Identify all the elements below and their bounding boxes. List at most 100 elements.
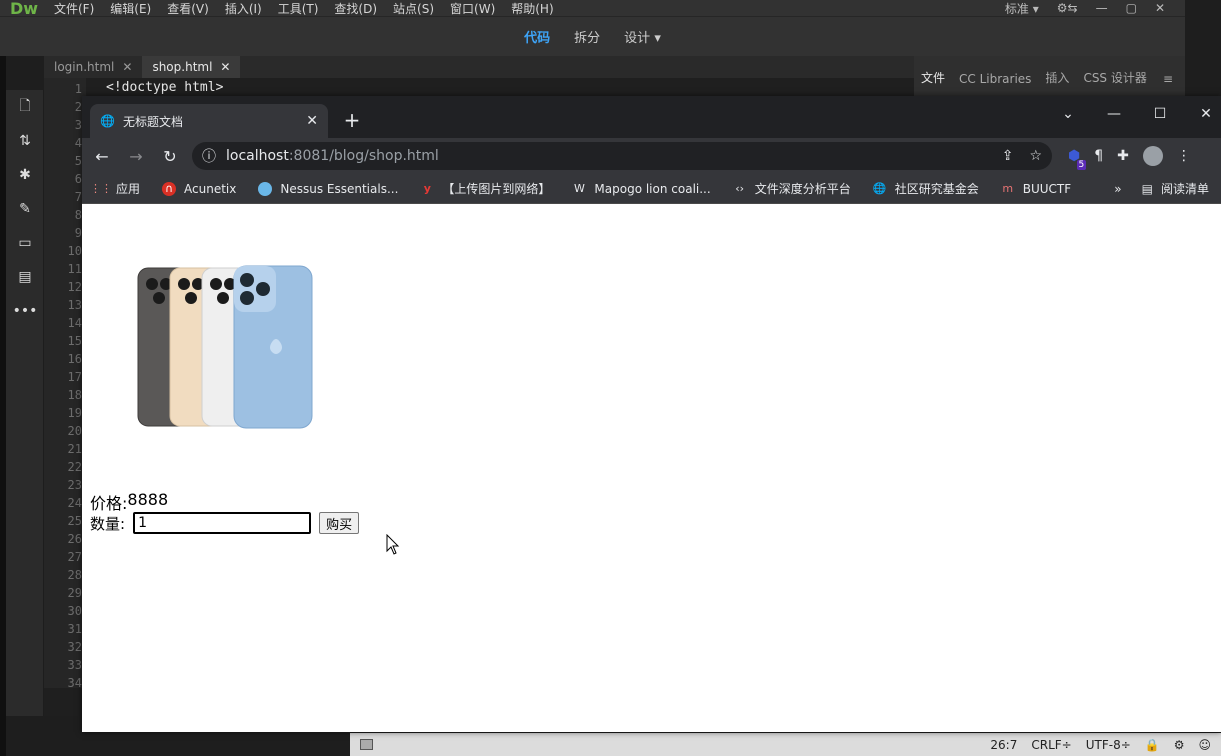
browser-tab-active[interactable]: 🌐 无标题文档 ✕: [90, 104, 328, 138]
line-ending-select[interactable]: CRLF÷: [1031, 738, 1071, 752]
bookmark-acunetix[interactable]: ∩ Acunetix: [162, 181, 236, 196]
view-code-button[interactable]: 代码: [524, 27, 550, 46]
bookmark-buuctf[interactable]: m BUUCTF: [1001, 182, 1071, 196]
line-number: 10: [67, 244, 82, 258]
back-icon[interactable]: ←: [90, 144, 114, 168]
close-window-icon[interactable]: ✕: [1184, 100, 1221, 128]
format-icon[interactable]: ▤: [6, 260, 44, 294]
panel-menu-icon[interactable]: ≡: [1163, 72, 1185, 86]
bookmark-wikipedia[interactable]: W Mapogo lion coali...: [572, 182, 711, 196]
bookmark-label: BUUCTF: [1022, 181, 1072, 196]
panel-tab-files[interactable]: 文件: [921, 69, 945, 86]
address-bar[interactable]: ⓘ localhost:8081/blog/shop.html ⇪ ☆: [192, 142, 1052, 170]
lock-icon[interactable]: 🔒: [1145, 738, 1160, 752]
dw-panel-tabs: 文件 CC Libraries 插入 CSS 设计器 ≡: [914, 56, 1185, 96]
dw-view-toolbar: 代码 拆分 设计 ▾: [0, 16, 1185, 56]
pilcrow-icon[interactable]: ¶: [1094, 148, 1103, 164]
menu-insert[interactable]: 插入(I): [217, 0, 270, 17]
line-number: 23: [67, 478, 82, 492]
panel-tab-insert[interactable]: 插入: [1045, 69, 1069, 86]
bookmark-label: 应用: [116, 182, 141, 196]
more-bookmarks-icon[interactable]: »: [1114, 182, 1121, 196]
sort-icon[interactable]: ⇅: [6, 124, 44, 158]
line-number: 4: [74, 136, 82, 150]
bookmark-label: 社区研究基金会: [894, 182, 979, 196]
menu-edit[interactable]: 编辑(E): [102, 0, 159, 17]
reload-icon[interactable]: ↻: [158, 144, 182, 168]
workspace-switcher[interactable]: 标准 ▾: [1005, 0, 1039, 17]
dw-status-bar: 26:7 CRLF÷ UTF-8÷ 🔒 ⚙ ☺: [350, 733, 1221, 756]
line-number: 19: [67, 406, 82, 420]
line-number: 8: [74, 208, 82, 222]
linter-icon[interactable]: ☺: [1198, 738, 1211, 752]
panel-tab-cc-libraries[interactable]: CC Libraries: [959, 72, 1031, 86]
browser-toolbar: ← → ↻ ⓘ localhost:8081/blog/shop.html ⇪ …: [82, 138, 1221, 174]
line-number: 17: [67, 370, 82, 384]
buy-button[interactable]: 购买: [319, 512, 360, 534]
extension-badge: 5: [1076, 160, 1087, 170]
line-number: 5: [74, 154, 82, 168]
extension-shield-icon[interactable]: ⬢ 5: [1068, 148, 1087, 170]
menu-tools[interactable]: 工具(T): [270, 0, 327, 17]
info-icon[interactable]: ⓘ: [202, 146, 216, 166]
encoding-select[interactable]: UTF-8÷: [1086, 738, 1131, 752]
file-icon[interactable]: 🗋: [6, 90, 44, 124]
menu-file[interactable]: 文件(F): [46, 0, 102, 17]
kebab-menu-icon[interactable]: ⋮: [1177, 148, 1191, 164]
acunetix-icon: ∩: [162, 181, 177, 196]
tab-login-html[interactable]: login.html ✕: [44, 56, 142, 78]
menu-find[interactable]: 查找(D): [326, 0, 385, 17]
close-icon[interactable]: ✕: [122, 60, 132, 74]
view-design-button[interactable]: 设计 ▾: [624, 27, 661, 46]
line-number: 18: [67, 388, 82, 402]
bookmark-star-icon[interactable]: ☆: [1029, 148, 1042, 164]
line-number: 29: [67, 586, 82, 600]
comment-icon[interactable]: ▭: [6, 226, 44, 260]
expand-icon[interactable]: ✱: [6, 158, 44, 192]
profile-icon[interactable]: [1142, 146, 1163, 166]
puzzle-icon[interactable]: ✚: [1117, 148, 1129, 164]
dw-close-icon[interactable]: ✕: [1155, 1, 1165, 15]
bookmark-nessus[interactable]: Nessus Essentials...: [258, 181, 398, 196]
more-icon[interactable]: •••: [6, 294, 44, 328]
browser-tabstrip: 🌐 无标题文档 ✕ + ⌄ — ☐ ✕: [82, 96, 1221, 138]
menu-help[interactable]: 帮助(H): [503, 0, 561, 17]
mouse-cursor-icon: [386, 534, 400, 555]
minimize-icon[interactable]: —: [1092, 100, 1136, 128]
dw-restore-icon[interactable]: ▢: [1126, 1, 1137, 15]
tab-shop-html[interactable]: shop.html ✕: [142, 56, 241, 78]
menu-view[interactable]: 查看(V): [159, 0, 217, 17]
bookmark-research-fund[interactable]: 🌐 社区研究基金会: [873, 180, 979, 197]
panel-tab-css-designer[interactable]: CSS 设计器: [1083, 69, 1146, 86]
line-number: 30: [67, 604, 82, 618]
brush-icon[interactable]: ✎: [6, 192, 44, 226]
browser-tab-title: 无标题文档: [122, 114, 183, 129]
quantity-input[interactable]: [133, 512, 312, 534]
bookmark-file-analysis[interactable]: ‹› 文件深度分析平台: [733, 180, 850, 197]
new-tab-button[interactable]: +: [340, 108, 364, 132]
reading-list-button[interactable]: ▤ 阅读清单: [1142, 180, 1209, 197]
status-square-icon[interactable]: [360, 739, 373, 750]
tab-search-icon[interactable]: ⌄: [1046, 100, 1090, 128]
sync-settings-icon[interactable]: ⚙⇆: [1057, 1, 1078, 15]
product-image: [137, 265, 313, 429]
dw-tool-bar: 🗋 ⇅ ✱ ✎ ▭ ▤ •••: [6, 90, 44, 716]
reading-list-label: 阅读清单: [1160, 182, 1209, 196]
menu-site[interactable]: 站点(S): [385, 0, 442, 17]
line-number: 21: [67, 442, 82, 456]
view-split-button[interactable]: 拆分: [574, 27, 600, 46]
menu-window[interactable]: 窗口(W): [442, 0, 503, 17]
share-icon[interactable]: ⇪: [1002, 148, 1014, 164]
reading-list-icon: ▤: [1141, 181, 1153, 196]
maximize-icon[interactable]: ☐: [1138, 100, 1182, 128]
forward-icon[interactable]: →: [124, 144, 148, 168]
bookmark-apps[interactable]: ⋮⋮ 应用: [90, 180, 141, 197]
apps-grid-icon: ⋮⋮: [90, 182, 112, 195]
line-number: 3: [74, 118, 82, 132]
close-icon[interactable]: ✕: [220, 60, 230, 74]
close-icon[interactable]: ✕: [306, 113, 318, 129]
bookmark-upload-image[interactable]: y 【上传图片到网络】: [420, 180, 551, 197]
bookmarks-bar: ⋮⋮ 应用 ∩ Acunetix Nessus Essentials... y 【上传…: [82, 174, 1221, 204]
settings-icon[interactable]: ⚙: [1174, 738, 1185, 752]
dw-minimize-icon[interactable]: —: [1096, 1, 1108, 15]
